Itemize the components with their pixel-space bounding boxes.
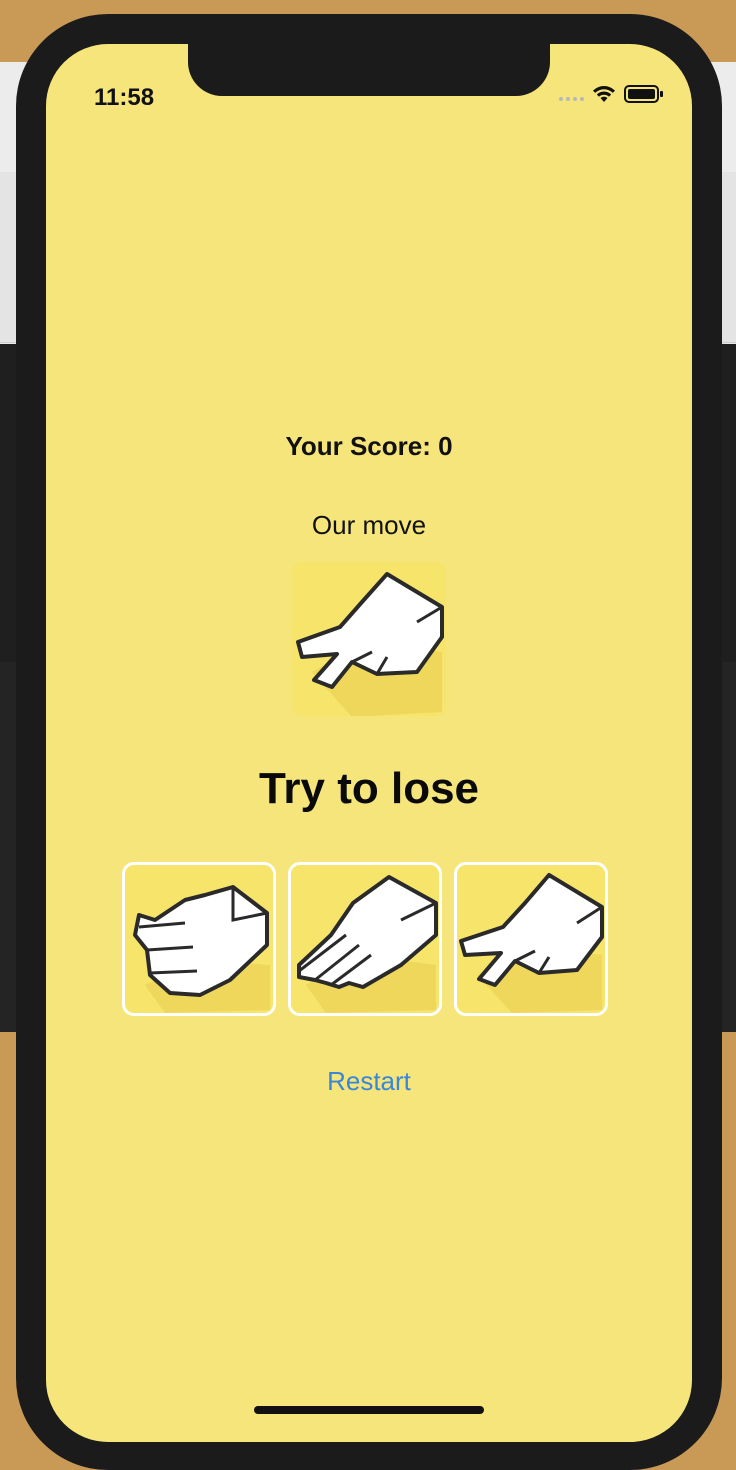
rock-hand-icon [133,885,270,1013]
our-move-scissors-image [292,562,446,716]
our-move-label: Our move [311,510,427,540]
paper-button[interactable] [288,862,442,1016]
home-indicator[interactable] [254,1406,484,1414]
status-icons [559,84,664,104]
choice-buttons [122,862,608,1016]
status-time: 11:58 [94,84,155,111]
phone-frame: 11:58 Your Score: 0 Our move Try to lose… [16,14,722,1470]
notch [188,44,550,96]
wifi-icon [593,86,615,102]
battery-icon [624,85,663,103]
cellular-signal-icon [559,87,584,101]
scissors-button[interactable] [454,862,608,1016]
paper-hand-icon [297,875,438,1013]
instruction-heading: Try to lose [258,764,480,813]
score-label: Your Score: 0 [285,431,453,461]
restart-button[interactable]: Restart [46,1066,692,1097]
scissors-hand-icon [296,572,444,716]
app-screen: 11:58 Your Score: 0 Our move Try to lose… [46,44,692,1442]
scissors-hand-icon [459,873,604,1013]
rock-button[interactable] [122,862,276,1016]
